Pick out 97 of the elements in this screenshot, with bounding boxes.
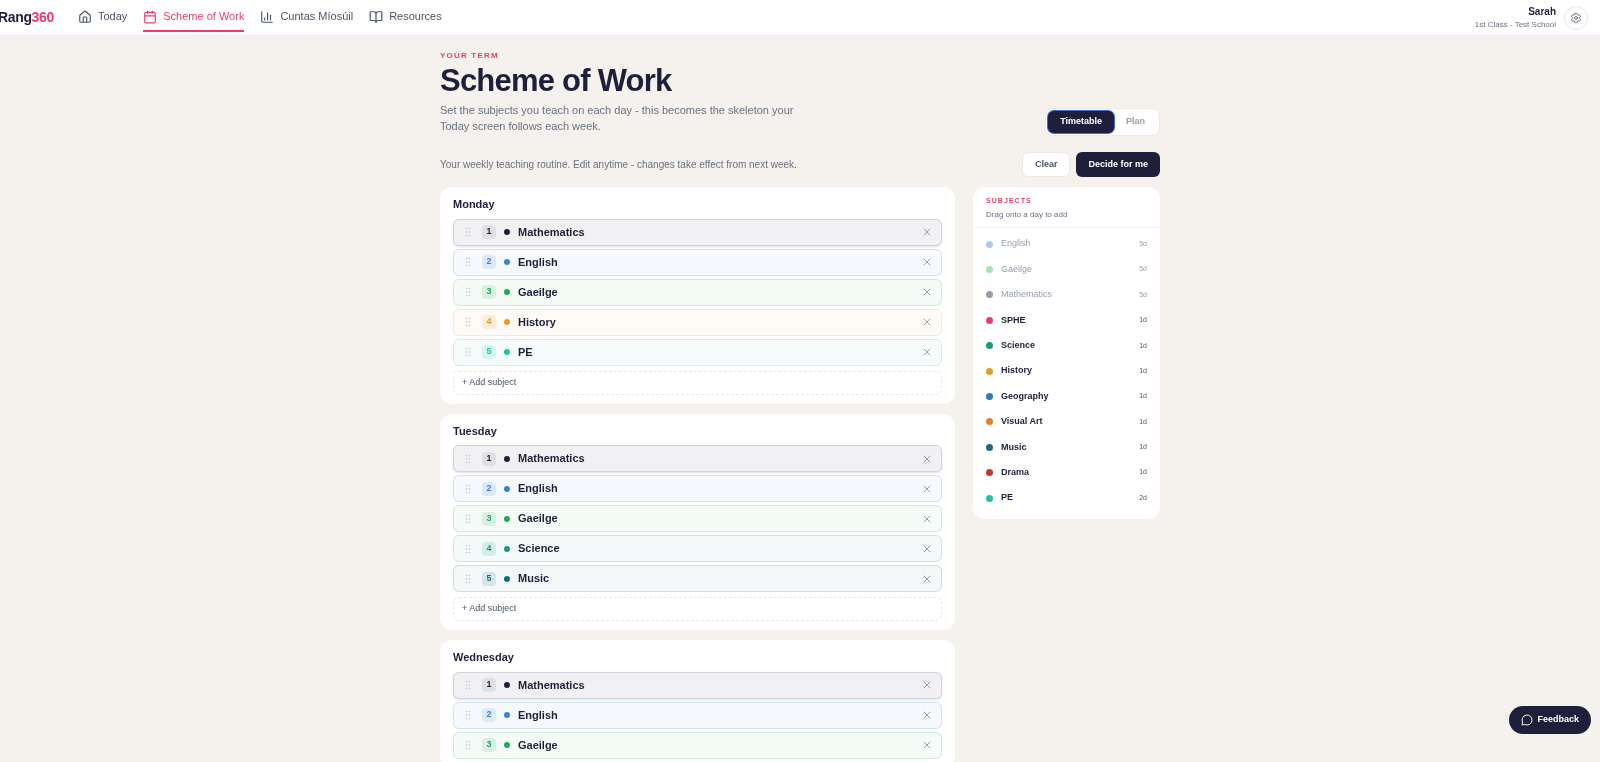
subject-row[interactable]: 5 PE: [453, 338, 942, 366]
add-subject-button[interactable]: + Add subject: [453, 370, 942, 395]
order-number: 5: [482, 571, 496, 586]
clear-button[interactable]: Clear: [1021, 152, 1071, 177]
subject-row[interactable]: 1 Mathematics: [453, 218, 942, 246]
order-number: 2: [482, 481, 496, 496]
drag-handle-icon[interactable]: [462, 316, 474, 328]
chat-bubble-icon: [1521, 714, 1534, 726]
subject-name: SPHE: [1001, 313, 1026, 327]
feedback-button[interactable]: Feedback: [1509, 706, 1591, 734]
drag-handle-icon[interactable]: [462, 572, 474, 585]
subject-row[interactable]: 2 English: [453, 701, 942, 729]
subject-name: Drama: [1001, 465, 1029, 479]
order-number: 2: [482, 708, 496, 722]
subject-name: English: [518, 254, 558, 270]
subject-name: Mathematics: [518, 677, 585, 693]
drag-handle-icon[interactable]: [462, 512, 474, 525]
drag-handle-icon[interactable]: [462, 482, 474, 495]
subject-row[interactable]: 5 Music: [453, 565, 942, 592]
calendar-icon: [143, 9, 158, 24]
drag-handle-icon[interactable]: [462, 346, 474, 358]
order-number: 3: [482, 511, 496, 526]
home-icon: [77, 9, 92, 24]
nav-link[interactable]: Cuntas Míosúil: [260, 3, 354, 32]
subject-row[interactable]: 3 Gaeilge: [453, 278, 942, 306]
book-icon: [369, 9, 384, 24]
nav-link[interactable]: Today: [77, 3, 128, 32]
order-number: 1: [482, 678, 496, 692]
subject-name: Science: [1001, 339, 1036, 352]
subject-name: PE: [1001, 491, 1013, 505]
nav-link[interactable]: Resources: [369, 3, 442, 32]
subject-row[interactable]: 2 English: [453, 475, 942, 502]
day-name: Monday: [453, 197, 496, 212]
day-name: Wednesday: [453, 650, 515, 665]
subject-row[interactable]: 4 Science: [453, 535, 942, 562]
subject-name: Gaeilge: [518, 284, 558, 300]
view-tab[interactable]: Timetable: [1048, 111, 1114, 133]
drag-handle-icon[interactable]: [462, 542, 474, 555]
subject-row[interactable]: 1 Mathematics: [453, 445, 942, 472]
bar-chart-icon: [260, 9, 275, 24]
subject-name: History: [518, 314, 556, 330]
subject-name: Mathematics: [1001, 288, 1053, 302]
drag-handle-icon[interactable]: [462, 256, 474, 268]
page-title: Scheme of Work: [440, 62, 673, 100]
subject-name: English: [518, 481, 558, 497]
close-icon[interactable]: [921, 709, 933, 721]
subject-row[interactable]: 3 Gaeilge: [453, 505, 942, 532]
drag-handle-icon[interactable]: [462, 452, 474, 465]
subject-name: Music: [518, 571, 550, 587]
close-icon[interactable]: [921, 226, 933, 238]
user-class: 1st Class - Test School: [1474, 19, 1556, 31]
order-number: 2: [482, 255, 496, 269]
day-name: Tuesday: [453, 423, 498, 439]
close-icon[interactable]: [921, 256, 933, 268]
subject-name: Gaeilge: [1001, 262, 1033, 276]
subject-name: Visual Art: [1001, 415, 1043, 429]
order-number: 4: [482, 541, 496, 556]
add-subject-button[interactable]: + Add subject: [453, 597, 942, 621]
subject-name: Mathematics: [518, 224, 585, 240]
order-number: 3: [482, 738, 496, 752]
panel-hint: Drag onto a day to add: [986, 208, 1069, 221]
drag-handle-icon[interactable]: [462, 226, 474, 238]
subject-name: History: [1001, 364, 1032, 378]
subject-name: Gaeilge: [518, 737, 558, 753]
close-icon[interactable]: [921, 739, 933, 751]
subject-name: English: [518, 707, 558, 723]
subject-row[interactable]: 2 English: [453, 248, 942, 276]
user-name: Sarah: [1528, 5, 1556, 19]
settings-icon: [1570, 11, 1582, 24]
decide-button[interactable]: Decide for me: [1076, 152, 1160, 177]
close-icon[interactable]: [921, 286, 933, 298]
subject-row[interactable]: 1 Mathematics: [453, 671, 942, 699]
drag-handle-icon[interactable]: [462, 739, 474, 751]
subject-name: Science: [518, 541, 560, 557]
order-number: 4: [482, 315, 496, 329]
subject-name: English: [1001, 237, 1031, 251]
nav-link[interactable]: Scheme of Work: [143, 3, 245, 32]
order-number: 5: [482, 345, 496, 359]
subject-row[interactable]: 3 Gaeilge: [453, 731, 942, 759]
eyebrow-label: YOUR TERM: [440, 50, 500, 62]
subject-name: Music: [1001, 440, 1027, 454]
drag-handle-icon[interactable]: [462, 679, 474, 691]
drag-handle-icon[interactable]: [462, 286, 474, 298]
order-number: 3: [482, 285, 496, 299]
subject-name: PE: [518, 344, 533, 360]
close-icon[interactable]: [921, 316, 933, 328]
close-icon[interactable]: [921, 346, 933, 358]
order-number: 1: [482, 451, 496, 466]
close-icon[interactable]: [921, 679, 933, 691]
routine-note: Your weekly teaching routine. Edit anytime - changes take effect from next week.: [440, 158, 797, 172]
page-description: Set the subjects you teach on each day - this becomes the skeleton your Today screen follows each week.: [440, 103, 795, 134]
subject-row[interactable]: 4 History: [453, 308, 942, 336]
drag-handle-icon[interactable]: [462, 709, 474, 721]
order-number: 1: [482, 225, 496, 239]
subject-name: Mathematics: [518, 451, 585, 467]
subject-name: Gaeilge: [518, 511, 558, 527]
subject-name: Geography: [1001, 389, 1049, 403]
